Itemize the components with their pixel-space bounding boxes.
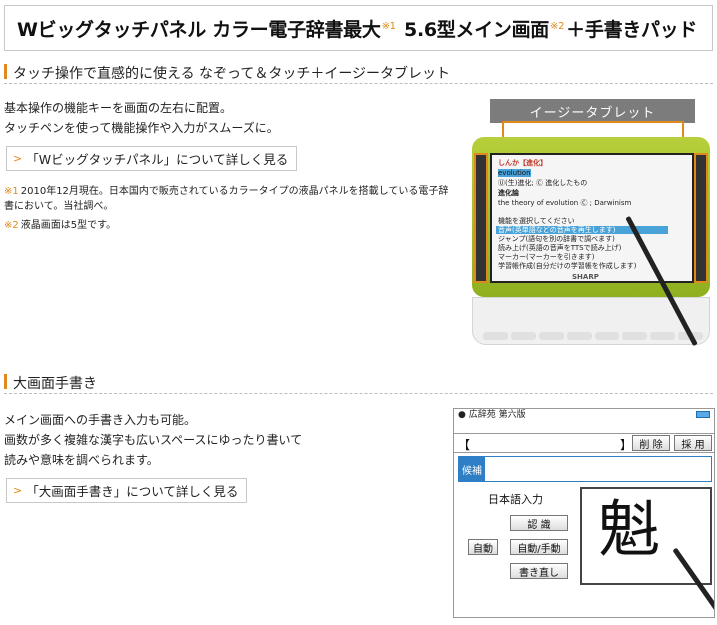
rewrite-button: 書き直し <box>510 563 568 579</box>
title-tail: ＋手書きパッド <box>566 19 698 41</box>
screen-line: 学習帳作成(自分だけの学習帳を作成します) <box>498 262 637 270</box>
footnote-mark: ※1 <box>4 186 19 197</box>
screen-line: 読み上げ(英語の音声をTTSで読み上げ) <box>498 244 622 252</box>
section-heading-handwriting: 大画面手書き <box>4 372 713 394</box>
panel-title: 日本語入力 <box>488 493 543 506</box>
auto-manual-button: 自動/手動 <box>510 539 568 555</box>
title-footnote-mark-1: ※1 <box>381 21 396 32</box>
chevron-right-icon: > <box>13 152 23 165</box>
more-link-label: 「大画面手書き」について詳しく見る <box>26 484 239 499</box>
brand-logo: SHARP <box>572 273 599 281</box>
section1-line-2: タッチペンを使って機能操作や入力がスムーズに。 <box>4 121 279 135</box>
screen-line: ジャンプ(語句を別の辞書で調べます) <box>498 235 615 243</box>
screen-line: evolution <box>498 169 531 177</box>
footnote-text: 液晶画面は5型です。 <box>20 220 117 231</box>
device-image-handwriting: ● 広辞苑 第六版 【 】 削 除 採 用 候補 日本語入力 認 識 自動 自動… <box>453 408 715 618</box>
device-image-easy-tablet: イージータブレット しんか【進化】 evolution Ⓤ(生)進化; Ⓒ 進化… <box>470 97 715 352</box>
screen-line: 音声(英単語などの音声を再生します) <box>498 226 616 234</box>
screen-line: the theory of evolution Ⓒ ; Darwinism <box>498 199 632 207</box>
candidate-box: 候補 <box>458 456 712 482</box>
handwritten-glyph: 魁 <box>598 493 661 566</box>
delete-button: 削 除 <box>632 435 670 451</box>
screen-line: Ⓤ(生)進化; Ⓒ 進化したもの <box>498 179 588 187</box>
left-function-keys <box>474 153 488 283</box>
right-function-keys <box>694 153 708 283</box>
page-title: Wビッグタッチパネル カラー電子辞書最大※1 5.6型メイン画面※2 ＋手書きパッ… <box>17 15 697 42</box>
device-screen: しんか【進化】 evolution Ⓤ(生)進化; Ⓒ 進化したもの 進化論 t… <box>490 153 694 283</box>
footnote-1: ※1 2010年12月現在。日本国内で販売されているカラータイプの液晶パネルを搭載… <box>4 184 448 199</box>
section-heading-touch: タッチ操作で直感的に使える なぞって＆タッチ＋イージータブレット <box>4 62 713 84</box>
section2-line-3: 読みや意味を調べられます。 <box>4 453 159 467</box>
screen-line: マーカー(マーカーを引きます) <box>498 253 595 261</box>
heading-accent-bar <box>4 374 7 389</box>
footnote-2: ※2 液晶画面は5型です。 <box>4 218 116 233</box>
adopt-button: 採 用 <box>674 435 712 451</box>
title-footnote-mark-2: ※2 <box>550 21 565 32</box>
auto-badge: 自動 <box>468 539 498 555</box>
section2-line-2: 画数が多く複雑な漢字も広いスペースにゆったり書いて <box>4 433 303 447</box>
screen-line: 進化論 <box>498 189 519 197</box>
bracket-close: 】 <box>620 438 633 452</box>
footnote-text: 2010年12月現在。日本国内で販売されているカラータイプの液晶パネルを搭載して… <box>20 186 449 197</box>
footnote-text: 書において。当社調べ。 <box>4 201 114 212</box>
easy-tablet-label: イージータブレット <box>490 99 695 123</box>
section1-line-1: 基本操作の機能キーを画面の左右に配置。 <box>4 101 233 115</box>
heading-accent-bar <box>4 64 7 79</box>
chevron-right-icon: > <box>13 484 23 497</box>
screen-line: しんか【進化】 <box>498 159 547 167</box>
candidate-label: 候補 <box>459 457 485 481</box>
callout-line <box>502 121 684 123</box>
screen-line: 機能を選択してください <box>498 217 575 225</box>
battery-icon <box>696 411 710 418</box>
section-heading-text: タッチ操作で直感的に使える なぞって＆タッチ＋イージータブレット <box>13 66 451 82</box>
more-link-handwriting[interactable]: > 「大画面手書き」について詳しく見る <box>6 478 248 503</box>
footnote-mark: ※2 <box>4 220 19 231</box>
dictionary-name: ● 広辞苑 第六版 <box>458 410 526 420</box>
recognize-button: 認 識 <box>510 515 568 531</box>
title-size: 5.6型メイン画面 <box>397 19 550 41</box>
title-main: Wビッグタッチパネル カラー電子辞書最大 <box>17 19 381 41</box>
handwriting-input-field: 【 】 削 除 採 用 <box>454 433 714 453</box>
device-body: しんか【進化】 evolution Ⓤ(生)進化; Ⓒ 進化したもの 進化論 t… <box>472 137 710 297</box>
footnote-1-cont: 書において。当社調べ。 <box>4 199 113 214</box>
title-box: Wビッグタッチパネル カラー電子辞書最大※1 5.6型メイン画面※2 ＋手書きパッ… <box>4 5 713 51</box>
more-link-label: 「Wビッグタッチパネル」について詳しく見る <box>26 152 289 167</box>
section-heading-text: 大画面手書き <box>13 376 97 392</box>
bracket-open: 【 <box>458 438 471 452</box>
section2-line-1: メイン画面への手書き入力も可能。 <box>4 413 197 427</box>
keyboard-keys <box>483 332 703 340</box>
more-link-big-touch-panel[interactable]: > 「Wビッグタッチパネル」について詳しく見る <box>6 146 298 171</box>
